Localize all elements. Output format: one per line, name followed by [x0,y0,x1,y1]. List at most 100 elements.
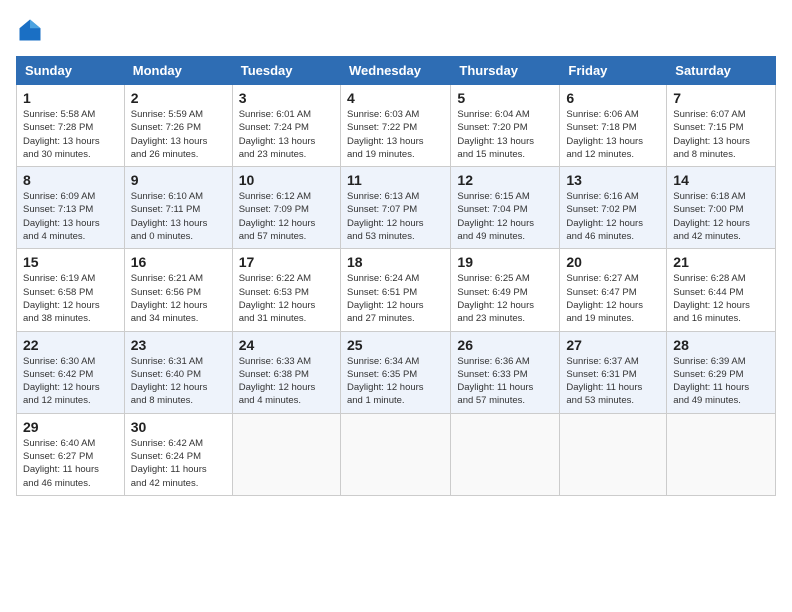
header-monday: Monday [124,57,232,85]
day-number: 23 [131,337,226,353]
day-number: 13 [566,172,660,188]
day-info: Sunrise: 6:28 AM Sunset: 6:44 PM Dayligh… [673,272,769,325]
day-info: Sunrise: 6:03 AM Sunset: 7:22 PM Dayligh… [347,108,444,161]
calendar-cell: 11 Sunrise: 6:13 AM Sunset: 7:07 PM Dayli… [340,167,450,249]
day-info: Sunrise: 6:27 AM Sunset: 6:47 PM Dayligh… [566,272,660,325]
day-number: 6 [566,90,660,106]
header-sunday: Sunday [17,57,125,85]
day-info: Sunrise: 6:30 AM Sunset: 6:42 PM Dayligh… [23,355,118,408]
day-info: Sunrise: 6:22 AM Sunset: 6:53 PM Dayligh… [239,272,334,325]
calendar-cell [667,413,776,495]
day-number: 28 [673,337,769,353]
day-number: 17 [239,254,334,270]
day-info: Sunrise: 6:42 AM Sunset: 6:24 PM Dayligh… [131,437,226,490]
calendar-cell: 26 Sunrise: 6:36 AM Sunset: 6:33 PM Dayli… [451,331,560,413]
day-number: 24 [239,337,334,353]
calendar-cell: 6 Sunrise: 6:06 AM Sunset: 7:18 PM Daylig… [560,85,667,167]
day-number: 15 [23,254,118,270]
page-header [16,16,776,44]
day-info: Sunrise: 6:13 AM Sunset: 7:07 PM Dayligh… [347,190,444,243]
day-number: 8 [23,172,118,188]
day-number: 25 [347,337,444,353]
day-info: Sunrise: 6:19 AM Sunset: 6:58 PM Dayligh… [23,272,118,325]
calendar-table: SundayMondayTuesdayWednesdayThursdayFrid… [16,56,776,496]
calendar-header-row: SundayMondayTuesdayWednesdayThursdayFrid… [17,57,776,85]
calendar-cell: 24 Sunrise: 6:33 AM Sunset: 6:38 PM Dayli… [232,331,340,413]
day-number: 22 [23,337,118,353]
calendar-cell: 8 Sunrise: 6:09 AM Sunset: 7:13 PM Daylig… [17,167,125,249]
logo [16,16,48,44]
calendar-cell: 7 Sunrise: 6:07 AM Sunset: 7:15 PM Daylig… [667,85,776,167]
day-number: 2 [131,90,226,106]
day-info: Sunrise: 6:25 AM Sunset: 6:49 PM Dayligh… [457,272,553,325]
calendar-cell: 14 Sunrise: 6:18 AM Sunset: 7:00 PM Dayli… [667,167,776,249]
calendar-cell: 15 Sunrise: 6:19 AM Sunset: 6:58 PM Dayli… [17,249,125,331]
day-info: Sunrise: 6:04 AM Sunset: 7:20 PM Dayligh… [457,108,553,161]
calendar-cell: 4Sunrise: 6:03 AM Sunset: 7:22 PM Daylig… [340,85,450,167]
logo-icon [16,16,44,44]
day-number: 10 [239,172,334,188]
calendar-cell: 17 Sunrise: 6:22 AM Sunset: 6:53 PM Dayli… [232,249,340,331]
day-number: 30 [131,419,226,435]
day-info: Sunrise: 6:34 AM Sunset: 6:35 PM Dayligh… [347,355,444,408]
day-number: 21 [673,254,769,270]
calendar-week-1: 1 Sunrise: 5:58 AM Sunset: 7:28 PM Daylig… [17,85,776,167]
day-number: 7 [673,90,769,106]
day-info: Sunrise: 6:21 AM Sunset: 6:56 PM Dayligh… [131,272,226,325]
day-info: Sunrise: 6:15 AM Sunset: 7:04 PM Dayligh… [457,190,553,243]
day-info: Sunrise: 5:58 AM Sunset: 7:28 PM Dayligh… [23,108,118,161]
day-number: 27 [566,337,660,353]
calendar-week-2: 8 Sunrise: 6:09 AM Sunset: 7:13 PM Daylig… [17,167,776,249]
calendar-cell: 29 Sunrise: 6:40 AM Sunset: 6:27 PM Dayli… [17,413,125,495]
day-info: Sunrise: 6:10 AM Sunset: 7:11 PM Dayligh… [131,190,226,243]
calendar-cell: 21 Sunrise: 6:28 AM Sunset: 6:44 PM Dayli… [667,249,776,331]
day-number: 5 [457,90,553,106]
header-wednesday: Wednesday [340,57,450,85]
calendar-cell: 2 Sunrise: 5:59 AM Sunset: 7:26 PM Daylig… [124,85,232,167]
calendar-cell: 13Sunrise: 6:16 AM Sunset: 7:02 PM Dayli… [560,167,667,249]
calendar-cell: 19 Sunrise: 6:25 AM Sunset: 6:49 PM Dayli… [451,249,560,331]
calendar-cell: 1 Sunrise: 5:58 AM Sunset: 7:28 PM Daylig… [17,85,125,167]
day-info: Sunrise: 6:18 AM Sunset: 7:00 PM Dayligh… [673,190,769,243]
day-number: 16 [131,254,226,270]
day-info: Sunrise: 6:06 AM Sunset: 7:18 PM Dayligh… [566,108,660,161]
calendar-cell: 23Sunrise: 6:31 AM Sunset: 6:40 PM Dayli… [124,331,232,413]
calendar-cell: 30 Sunrise: 6:42 AM Sunset: 6:24 PM Dayli… [124,413,232,495]
day-number: 29 [23,419,118,435]
calendar-cell [560,413,667,495]
calendar-cell: 12 Sunrise: 6:15 AM Sunset: 7:04 PM Dayli… [451,167,560,249]
day-number: 19 [457,254,553,270]
calendar-cell: 10Sunrise: 6:12 AM Sunset: 7:09 PM Dayli… [232,167,340,249]
header-saturday: Saturday [667,57,776,85]
calendar-cell: 28 Sunrise: 6:39 AM Sunset: 6:29 PM Dayli… [667,331,776,413]
calendar-cell [451,413,560,495]
day-number: 20 [566,254,660,270]
calendar-cell: 9 Sunrise: 6:10 AM Sunset: 7:11 PM Daylig… [124,167,232,249]
day-info: Sunrise: 6:01 AM Sunset: 7:24 PM Dayligh… [239,108,334,161]
calendar-cell [232,413,340,495]
calendar-cell: 16 Sunrise: 6:21 AM Sunset: 6:56 PM Dayli… [124,249,232,331]
calendar-cell: 20 Sunrise: 6:27 AM Sunset: 6:47 PM Dayli… [560,249,667,331]
day-number: 9 [131,172,226,188]
day-number: 3 [239,90,334,106]
day-info: Sunrise: 6:24 AM Sunset: 6:51 PM Dayligh… [347,272,444,325]
day-info: Sunrise: 6:39 AM Sunset: 6:29 PM Dayligh… [673,355,769,408]
day-info: Sunrise: 6:09 AM Sunset: 7:13 PM Dayligh… [23,190,118,243]
day-info: Sunrise: 6:33 AM Sunset: 6:38 PM Dayligh… [239,355,334,408]
calendar-cell [340,413,450,495]
calendar-cell: 22 Sunrise: 6:30 AM Sunset: 6:42 PM Dayli… [17,331,125,413]
day-number: 1 [23,90,118,106]
day-info: Sunrise: 6:07 AM Sunset: 7:15 PM Dayligh… [673,108,769,161]
calendar-cell: 27Sunrise: 6:37 AM Sunset: 6:31 PM Dayli… [560,331,667,413]
day-number: 11 [347,172,444,188]
day-info: Sunrise: 6:40 AM Sunset: 6:27 PM Dayligh… [23,437,118,490]
calendar-week-3: 15 Sunrise: 6:19 AM Sunset: 6:58 PM Dayli… [17,249,776,331]
day-number: 26 [457,337,553,353]
day-number: 12 [457,172,553,188]
calendar-week-4: 22 Sunrise: 6:30 AM Sunset: 6:42 PM Dayli… [17,331,776,413]
day-info: Sunrise: 5:59 AM Sunset: 7:26 PM Dayligh… [131,108,226,161]
header-thursday: Thursday [451,57,560,85]
day-number: 14 [673,172,769,188]
calendar-cell: 5 Sunrise: 6:04 AM Sunset: 7:20 PM Daylig… [451,85,560,167]
day-info: Sunrise: 6:36 AM Sunset: 6:33 PM Dayligh… [457,355,553,408]
